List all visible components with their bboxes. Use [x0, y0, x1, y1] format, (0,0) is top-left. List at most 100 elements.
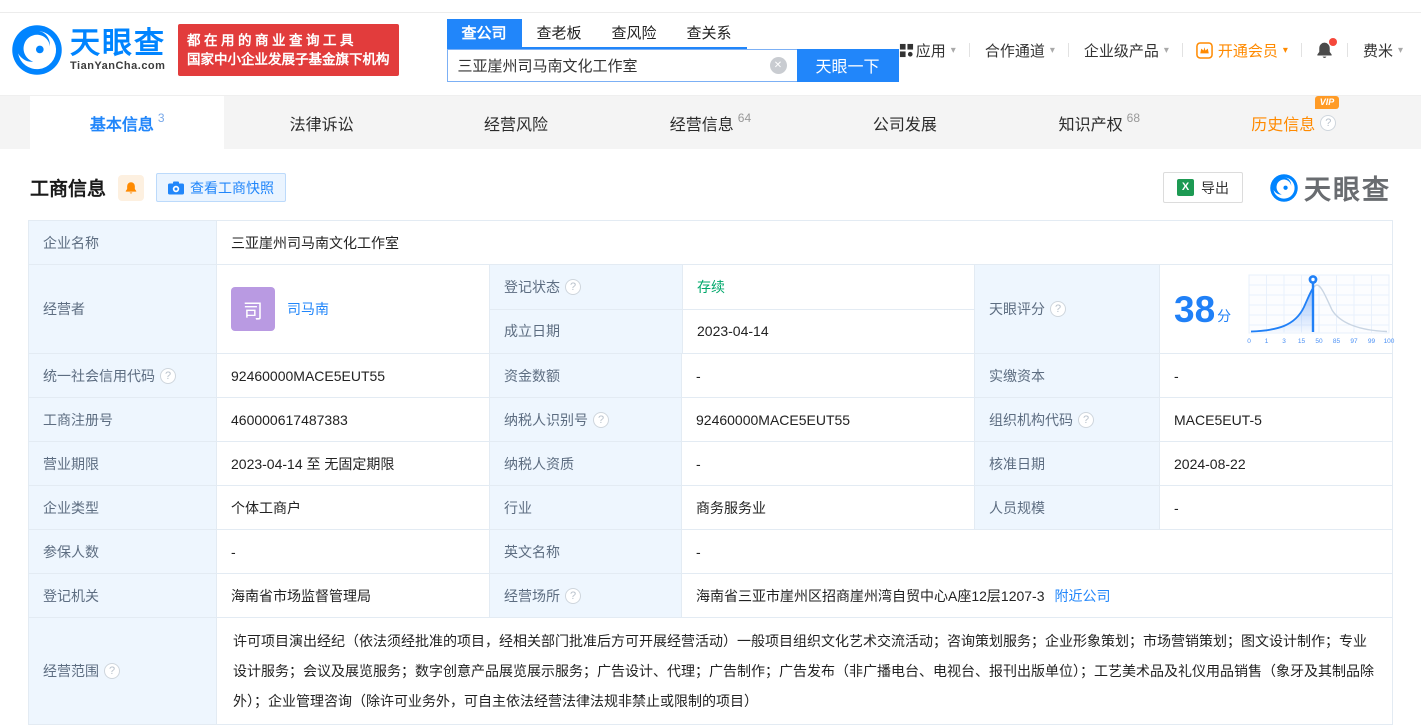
help-icon[interactable]: ? — [565, 278, 581, 295]
menu-apps-label: 应用 — [915, 42, 946, 60]
tab-intellectual-property-label: 知识产权 — [1058, 116, 1123, 134]
top-menu: 应用 ▾ 合作通道 ▾ 企业级产品 ▾ 开通会员 ▾ 费米 ▾ — [899, 37, 1403, 61]
section-title: 工商信息 — [30, 179, 107, 200]
tab-legal-proceedings[interactable]: 法律诉讼 — [224, 96, 418, 149]
menu-vip[interactable]: 开通会员 ▾ — [1196, 40, 1288, 61]
score-marker-pin-center — [1311, 277, 1315, 282]
field-label-credit-code: 统一社会信用代码 ? — [29, 354, 216, 397]
crown-icon — [1196, 41, 1213, 59]
table-row: 参保人数 - 英文名称 - — [29, 529, 1392, 573]
search-tab-company[interactable]: 查公司 — [446, 18, 522, 47]
help-icon[interactable]: ? — [104, 663, 120, 679]
avatar[interactable]: 司 — [231, 287, 275, 331]
score-distribution-chart[interactable]: 0 1 3 15 50 85 97 99 100 — [1239, 269, 1399, 349]
help-icon[interactable]: ? — [1050, 301, 1066, 317]
field-label-approval-date: 核准日期 — [974, 442, 1159, 485]
grid-icon — [899, 43, 913, 57]
org-code-label-text: 组织机构代码 — [989, 411, 1073, 428]
field-label-reg-status: 登记状态 ? — [490, 265, 682, 309]
watermark-text: 天眼查 — [1304, 175, 1391, 205]
tab-history-info[interactable]: 历史信息 VIP ? — [1197, 95, 1391, 149]
tab-business-info[interactable]: 经营信息 64 — [613, 96, 807, 149]
menu-enterprise-products-label: 企业级产品 — [1083, 42, 1159, 60]
search-tab-risk[interactable]: 查风险 — [597, 19, 672, 47]
svg-text:97: 97 — [1351, 338, 1359, 345]
table-row: 经营范围 ? 许可项目演出经纪（依法须经批准的项目，经相关部门批准后方可开展经营… — [29, 617, 1392, 724]
nearby-companies-link[interactable]: 附近公司 — [1055, 586, 1111, 606]
business-snapshot-button[interactable]: 查看工商快照 — [156, 173, 287, 202]
tab-basic-info-count: 3 — [157, 110, 165, 125]
svg-text:0: 0 — [1247, 338, 1251, 345]
status-date-subgrid: 登记状态 ? 存续 成立日期 2023-04-14 — [489, 265, 974, 353]
excel-icon: X — [1177, 179, 1194, 196]
notifications-button[interactable] — [1315, 37, 1337, 60]
help-icon[interactable]: ? — [593, 411, 609, 428]
tab-basic-info-label: 基本信息 — [89, 116, 154, 134]
operator-name-link[interactable]: 司马南 — [287, 299, 329, 319]
business-info-table: 企业名称 三亚崖州司马南文化工作室 经营者 司 司马南 登记状态 ? 存续 成立… — [28, 220, 1395, 725]
search-input[interactable] — [446, 48, 797, 82]
divider — [1067, 43, 1069, 57]
field-value-org-code: MACE5EUT-5 — [1159, 398, 1392, 441]
field-label-term: 营业期限 — [29, 442, 216, 485]
export-button[interactable]: X 导出 — [1163, 172, 1243, 203]
field-label-paid-capital: 实缴资本 — [974, 354, 1159, 397]
table-row: 企业类型 个体工商户 行业 商务服务业 人员规模 - — [29, 485, 1392, 529]
search-block: 查公司 查老板 查风险 查关系 ✕ 天眼一下 — [446, 18, 899, 82]
search-button[interactable]: 天眼一下 — [796, 48, 899, 82]
search-tab-boss[interactable]: 查老板 — [522, 19, 597, 47]
clear-icon[interactable]: ✕ — [769, 56, 787, 74]
help-icon[interactable]: ? — [1078, 411, 1094, 428]
field-label-address: 经营场所 ? — [489, 574, 681, 617]
field-label-company-name: 企业名称 — [29, 221, 216, 264]
tab-basic-info[interactable]: 基本信息 3 — [30, 96, 225, 149]
menu-user[interactable]: 费米 ▾ — [1361, 40, 1403, 61]
help-icon[interactable]: ? — [160, 367, 176, 384]
table-row: 营业期限 2023-04-14 至 无固定期限 纳税人资质 - 核准日期 202… — [29, 441, 1392, 485]
search-tab-relation[interactable]: 查关系 — [672, 19, 747, 47]
chevron-down-icon: ▾ — [1397, 44, 1403, 56]
tab-business-info-label: 经营信息 — [669, 116, 734, 134]
menu-user-label: 费米 — [1362, 42, 1393, 60]
tianyancha-logo-icon — [12, 25, 62, 75]
menu-apps[interactable]: 应用 ▾ — [899, 40, 956, 61]
tab-operating-risk[interactable]: 经营风险 — [419, 96, 613, 149]
field-value-capital: - — [681, 354, 974, 397]
field-value-paid-capital: - — [1159, 354, 1392, 397]
tab-business-info-count: 64 — [737, 110, 752, 125]
export-button-label: 导出 — [1201, 179, 1229, 196]
tab-intellectual-property[interactable]: 知识产权 68 — [1002, 96, 1196, 149]
field-label-industry: 行业 — [489, 486, 681, 529]
scope-label-text: 经营范围 — [43, 663, 99, 679]
score-value: 38 — [1174, 288, 1216, 330]
field-value-authority: 海南省市场监督管理局 — [216, 574, 489, 617]
tab-company-development[interactable]: 公司发展 — [808, 96, 1002, 149]
field-label-operator: 经营者 — [29, 265, 216, 353]
company-nav-tabs: 基本信息 3 法律诉讼 经营风险 经营信息 64 公司发展 知识产权 68 历史… — [0, 95, 1421, 149]
section-bar: 工商信息 查看工商快照 X 导出 天眼查 — [0, 149, 1421, 220]
field-value-staff-size: - — [1159, 486, 1392, 529]
logo[interactable]: 天眼查 TianYanCha.com 都在用的商业查询工具 国家中小企业发展子基… — [10, 23, 399, 77]
camera-icon — [168, 181, 185, 194]
field-label-taxpayer-no: 纳税人识别号 ? — [489, 398, 681, 441]
field-value-term: 2023-04-14 至 无固定期限 — [216, 442, 489, 485]
table-row: 工商注册号 460000617487383 纳税人识别号 ? 92460000M… — [29, 397, 1392, 441]
field-value-scope: 许可项目演出经纪（依法须经批准的项目，经相关部门批准后方可开展经营活动）一般项目… — [216, 618, 1392, 724]
menu-cooperation[interactable]: 合作通道 ▾ — [983, 40, 1055, 61]
divider — [1300, 43, 1302, 57]
field-label-english-name: 英文名称 — [489, 530, 681, 573]
score-axis-ticks: 0 1 3 15 50 85 97 99 100 — [1247, 338, 1395, 345]
menu-enterprise-products[interactable]: 企业级产品 ▾ — [1082, 40, 1169, 61]
field-label-taxpayer-qual: 纳税人资质 — [489, 442, 681, 485]
help-icon[interactable]: ? — [565, 587, 581, 604]
tab-legal-proceedings-label: 法律诉讼 — [289, 116, 354, 134]
field-label-scope: 经营范围 ? — [29, 618, 216, 724]
help-icon[interactable]: ? — [1320, 114, 1337, 131]
address-label-text: 经营场所 — [504, 587, 560, 604]
field-value-reg-status: 存续 — [682, 265, 974, 309]
chevron-down-icon: ▾ — [1049, 44, 1055, 56]
monitor-bell-button[interactable] — [118, 174, 145, 201]
svg-text:50: 50 — [1316, 338, 1324, 345]
tab-intellectual-property-count: 68 — [1126, 110, 1140, 125]
nav-gap — [0, 87, 1421, 95]
